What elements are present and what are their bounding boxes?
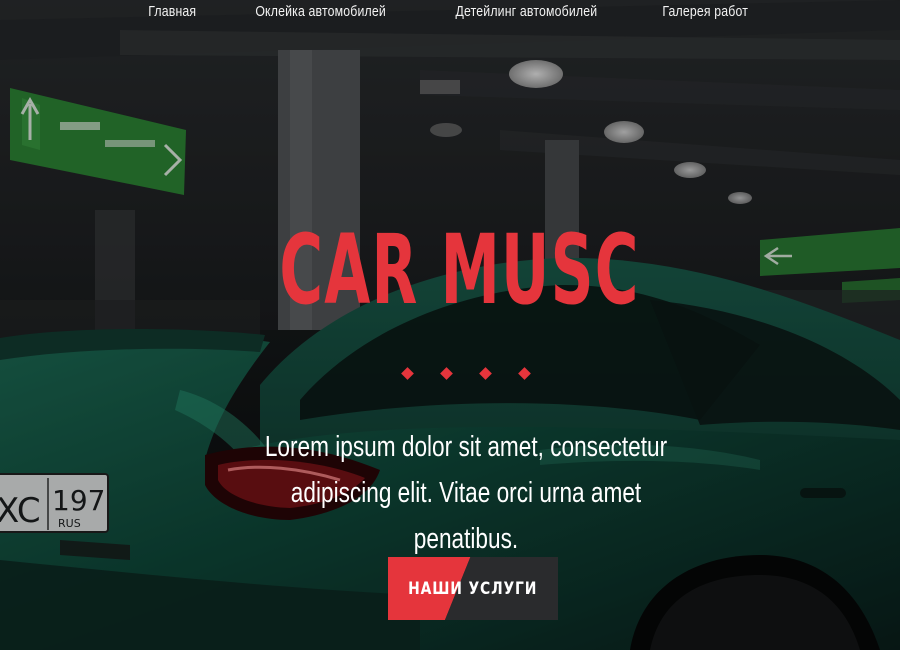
services-button[interactable]: НАШИ УСЛУГИ xyxy=(388,557,558,620)
hero-title: CAR MUSC xyxy=(279,214,640,326)
divider-diamond-icon xyxy=(479,367,492,380)
divider-diamond-icon xyxy=(401,367,414,380)
nav-link-gallery[interactable]: Галерея работ xyxy=(662,3,748,20)
hero-description: Lorem ipsum dolor sit amet, consectetur a… xyxy=(0,424,900,562)
hero-description-text: Lorem ipsum dolor sit amet, consectetur a… xyxy=(248,424,685,562)
divider-diamond-icon xyxy=(518,367,531,380)
title-divider xyxy=(0,367,900,380)
nav-link-detailing[interactable]: Детейлинг автомобилей xyxy=(456,3,598,20)
nav-link-car-wrapping[interactable]: Оклейка автомобилей xyxy=(255,3,386,20)
divider-diamond-icon xyxy=(440,367,453,380)
hero-description-line-2: adipiscing elit. Vitae orci urna amet pe… xyxy=(290,477,642,555)
hero-section: XC 197 RUS Главная Оклейка автомобилей Д… xyxy=(0,0,900,650)
services-button-label: НАШИ УСЛУГИ xyxy=(408,578,538,599)
nav-link-home[interactable]: Главная xyxy=(148,3,196,20)
hero-description-line-1: Lorem ipsum dolor sit amet, consectetur xyxy=(264,431,668,463)
main-navigation: Главная Оклейка автомобилей Детейлинг ав… xyxy=(0,0,900,26)
